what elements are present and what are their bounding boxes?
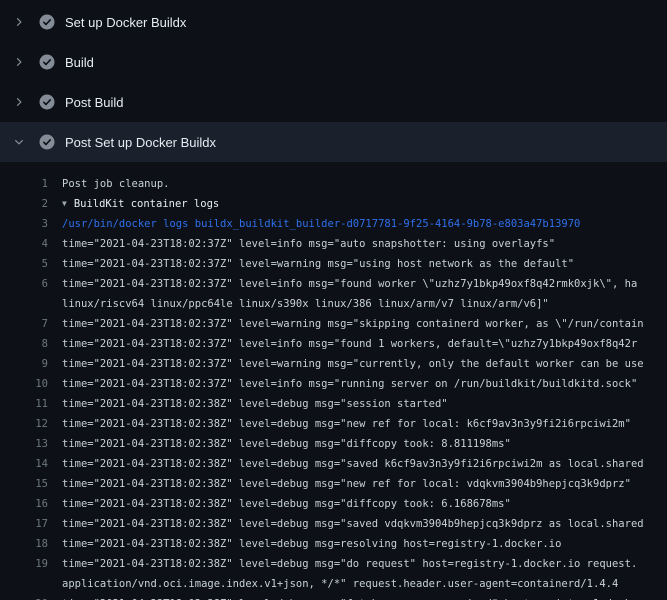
log-line-text: ▼linux/riscv64 linux/ppc64le linux/s390x… [48,294,667,314]
step-label: Post Set up Docker Buildx [65,135,216,150]
log-line-number[interactable]: 6 [0,274,48,294]
log-line: 15 ▼time="2021-04-23T18:02:38Z" level=de… [0,474,667,494]
log-line-text: ▼time="2021-04-23T18:02:38Z" level=debug… [48,594,667,600]
log-line-text: ▼/usr/bin/docker logs buildx_buildkit_bu… [48,214,667,234]
log-line: ▼application/vnd.oci.image.index.v1+json… [0,574,667,594]
log-line: 7 ▼time="2021-04-23T18:02:37Z" level=war… [0,314,667,334]
check-circle-icon [39,14,55,30]
log-line-number[interactable]: 7 [0,314,48,334]
log-line-text: ▼time="2021-04-23T18:02:37Z" level=info … [48,374,667,394]
log-line-text: ▼time="2021-04-23T18:02:37Z" level=warni… [48,254,667,274]
log-line: 13 ▼time="2021-04-23T18:02:38Z" level=de… [0,434,667,454]
log-line-text: ▼time="2021-04-23T18:02:38Z" level=debug… [48,554,667,574]
log-line: 14 ▼time="2021-04-23T18:02:38Z" level=de… [0,454,667,474]
log-line: 1 ▼Post job cleanup. [0,174,667,194]
step-label: Build [65,55,94,70]
log-line-text: ▼time="2021-04-23T18:02:38Z" level=debug… [48,454,667,474]
log-line-text: ▼time="2021-04-23T18:02:38Z" level=debug… [48,394,667,414]
chevron-down-icon [12,135,26,149]
check-circle-icon [39,94,55,110]
log-line-text: ▼time="2021-04-23T18:02:37Z" level=warni… [48,314,667,334]
log-line: 3 ▼/usr/bin/docker logs buildx_buildkit_… [0,214,667,234]
log-line-text: ▼time="2021-04-23T18:02:38Z" level=debug… [48,534,667,554]
log-line: 19 ▼time="2021-04-23T18:02:38Z" level=de… [0,554,667,574]
log-line-text: ▼time="2021-04-23T18:02:37Z" level=info … [48,234,667,254]
log-line: 10 ▼time="2021-04-23T18:02:37Z" level=in… [0,374,667,394]
log-line: 17 ▼time="2021-04-23T18:02:38Z" level=de… [0,514,667,534]
log-line: 6 ▼time="2021-04-23T18:02:37Z" level=inf… [0,274,667,294]
check-circle-icon [39,54,55,70]
group-toggle-icon[interactable]: ▼ [62,199,67,208]
log-line-number[interactable]: 2 [0,194,48,214]
log-line: 20 ▼time="2021-04-23T18:02:38Z" level=de… [0,594,667,600]
log-line-number[interactable]: 10 [0,374,48,394]
step-header-post-set-up-docker-buildx[interactable]: Post Set up Docker Buildx [0,122,667,162]
log-line-number[interactable]: 12 [0,414,48,434]
log-line-text: ▼time="2021-04-23T18:02:38Z" level=debug… [48,414,667,434]
log-line-number[interactable]: 3 [0,214,48,234]
chevron-right-icon [12,15,26,29]
log-line-number[interactable]: 14 [0,454,48,474]
chevron-right-icon [12,55,26,69]
log-line-number[interactable]: 19 [0,554,48,574]
log-line-text: ▼time="2021-04-23T18:02:37Z" level=warni… [48,354,667,374]
log-line: 2 ▼BuildKit container logs [0,194,667,214]
log-line: 16 ▼time="2021-04-23T18:02:38Z" level=de… [0,494,667,514]
log-line: ▼linux/riscv64 linux/ppc64le linux/s390x… [0,294,667,314]
steps-list: Set up Docker Buildx Build P [0,2,667,162]
log-line-text: ▼time="2021-04-23T18:02:38Z" level=debug… [48,434,667,454]
log-line-number[interactable]: 4 [0,234,48,254]
log-line-text: ▼time="2021-04-23T18:02:37Z" level=info … [48,334,667,354]
log-line-number[interactable]: 13 [0,434,48,454]
log-line: 9 ▼time="2021-04-23T18:02:37Z" level=war… [0,354,667,374]
log-line-number[interactable]: 15 [0,474,48,494]
step-header-set-up-docker-buildx[interactable]: Set up Docker Buildx [0,2,667,42]
log-line-number[interactable]: 8 [0,334,48,354]
log-line: 12 ▼time="2021-04-23T18:02:38Z" level=de… [0,414,667,434]
check-circle-icon [39,134,55,150]
step-label: Set up Docker Buildx [65,15,186,30]
log-line-number[interactable]: 11 [0,394,48,414]
log-line-number[interactable] [0,574,48,594]
step-header-build[interactable]: Build [0,42,667,82]
log-line: 4 ▼time="2021-04-23T18:02:37Z" level=inf… [0,234,667,254]
log-line-number[interactable]: 5 [0,254,48,274]
log-line-number[interactable] [0,294,48,314]
log-line-number[interactable]: 16 [0,494,48,514]
log-line: 11 ▼time="2021-04-23T18:02:38Z" level=de… [0,394,667,414]
log-line-number[interactable]: 18 [0,534,48,554]
actions-log-panel: Set up Docker Buildx Build P [0,0,667,600]
step-header-post-build[interactable]: Post Build [0,82,667,122]
log-line: 5 ▼time="2021-04-23T18:02:37Z" level=war… [0,254,667,274]
log-line-number[interactable]: 17 [0,514,48,534]
chevron-right-icon [12,95,26,109]
log-line-number[interactable]: 20 [0,594,48,600]
log-line-text: ▼BuildKit container logs [48,194,667,214]
log-line-text: ▼application/vnd.oci.image.index.v1+json… [48,574,667,594]
log-line-text: ▼Post job cleanup. [48,174,667,194]
log-line-text: ▼time="2021-04-23T18:02:38Z" level=debug… [48,494,667,514]
log-line-text: ▼time="2021-04-23T18:02:37Z" level=info … [48,274,667,294]
log-output: 1 ▼Post job cleanup. 2 ▼BuildKit contain… [0,162,667,600]
log-line: 8 ▼time="2021-04-23T18:02:37Z" level=inf… [0,334,667,354]
log-line: 18 ▼time="2021-04-23T18:02:38Z" level=de… [0,534,667,554]
log-line-text: ▼time="2021-04-23T18:02:38Z" level=debug… [48,474,667,494]
log-line-number[interactable]: 9 [0,354,48,374]
step-label: Post Build [65,95,124,110]
log-line-text: ▼time="2021-04-23T18:02:38Z" level=debug… [48,514,667,534]
log-line-number[interactable]: 1 [0,174,48,194]
